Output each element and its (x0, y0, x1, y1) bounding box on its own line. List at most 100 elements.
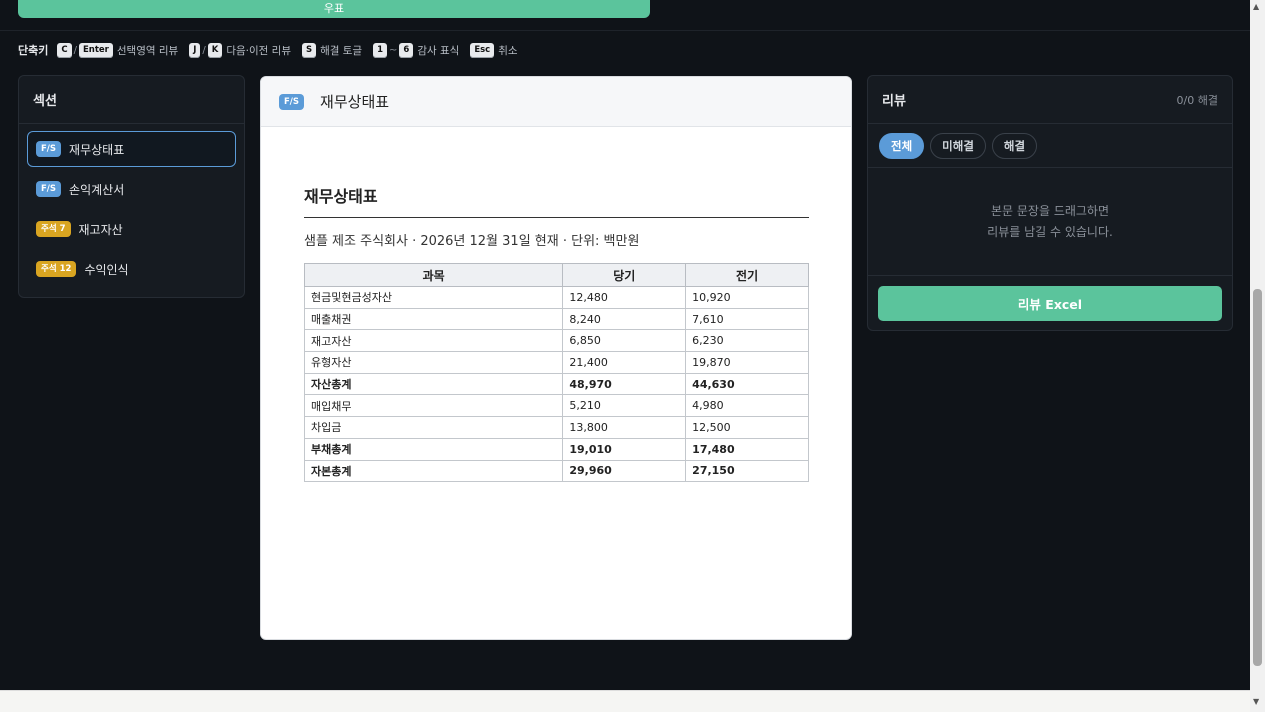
section-badge: 주석 12 (36, 261, 77, 277)
page-scrollbar[interactable]: ▲ ▼ (1250, 0, 1265, 712)
shortcut-bar: 단축키 C / Enter 선택영역 리뷰 J / K 다음·이전 리뷰 S 해결 토글… (18, 40, 528, 60)
cell-prior: 44,630 (685, 372, 809, 396)
cell-current: 12,480 (562, 286, 687, 309)
cell-prior: 7,610 (685, 307, 809, 331)
document-subtitle[interactable]: 샘플 제조 주식회사 · 2026년 12월 31일 현재 · 단위: 백만원 (304, 230, 808, 249)
empty-message-line1: 본문 문장을 드래그하면 (990, 203, 1110, 218)
cell-prior: 17,480 (685, 437, 809, 461)
section-badge: F/S (36, 181, 62, 197)
cell-prior: 12,500 (685, 416, 809, 439)
cell-item: 매출채권 (303, 307, 564, 331)
cell-item: 재고자산 (303, 329, 564, 353)
key-j: J (189, 42, 201, 58)
section-badge: F/S (36, 141, 62, 157)
section-item-inventory[interactable]: 주석 7 재고자산 (27, 211, 236, 247)
section-label: 재무상태표 (69, 142, 125, 157)
shortcut-desc-cancel: 취소 (498, 44, 518, 57)
table-row[interactable]: 매입채무 5,210 4,980 (303, 394, 809, 418)
table-row[interactable]: 매출채권 8,240 7,610 (303, 307, 809, 331)
table-row-total[interactable]: 부채총계 19,010 17,480 (303, 437, 809, 461)
section-label: 수익인식 (84, 262, 129, 277)
document-title: 재무상태표 (320, 93, 390, 111)
document-panel: F/S 재무상태표 재무상태표 샘플 제조 주식회사 · 2026년 12월 3… (260, 76, 852, 640)
table-header-row: 과목 당기 전기 (303, 263, 809, 287)
scroll-up-arrow-icon[interactable]: ▲ (1253, 2, 1259, 11)
col-header-prior: 전기 (685, 263, 809, 287)
cell-item: 유형자산 (303, 351, 564, 374)
shortcut-title: 단축키 (18, 44, 49, 57)
table-row[interactable]: 현금및현금성자산 12,480 10,920 (303, 286, 809, 309)
shortcut-desc-resolve: 해결 토글 (320, 44, 363, 57)
document-badge: F/S (279, 93, 305, 110)
filter-all[interactable]: 전체 (879, 132, 925, 159)
sections-title: 섹션 (33, 94, 57, 109)
cell-item: 차입금 (303, 416, 564, 439)
key-k: K (207, 42, 223, 58)
col-header-item: 과목 (303, 263, 564, 287)
section-badge: 주석 7 (36, 221, 71, 237)
sections-header: 섹션 (19, 76, 244, 124)
review-header: 리뷰 0/0 해결 (868, 76, 1232, 124)
filter-resolved[interactable]: 해결 (991, 132, 1038, 159)
review-panel: 리뷰 0/0 해결 전체 미해결 해결 본문 문장을 드래그하면 리뷰를 남길 … (867, 75, 1233, 331)
scrollbar-thumb[interactable] (1253, 289, 1262, 666)
review-filters: 전체 미해결 해결 (868, 124, 1232, 168)
cell-item: 자본총계 (303, 459, 564, 483)
cell-current: 6,850 (562, 329, 687, 353)
cell-prior: 27,150 (685, 459, 809, 483)
key-separator: / (73, 44, 77, 56)
top-action-button[interactable]: 우표 (18, 0, 650, 18)
document-header: F/S 재무상태표 (261, 77, 851, 127)
cell-item: 현금및현금성자산 (303, 286, 564, 309)
table-row-total[interactable]: 자산총계 48,970 44,630 (303, 372, 809, 396)
cell-prior: 6,230 (685, 329, 809, 353)
scroll-down-arrow-icon[interactable]: ▼ (1253, 697, 1259, 706)
cell-current: 8,240 (562, 307, 687, 331)
table-row-total[interactable]: 자본총계 29,960 27,150 (303, 459, 809, 483)
key-enter: Enter (79, 42, 113, 58)
review-excel-button[interactable]: 리뷰 Excel (878, 286, 1222, 321)
empty-message-line2: 리뷰를 남길 수 있습니다. (987, 224, 1113, 239)
bottom-strip (0, 690, 1250, 712)
key-separator: / (202, 44, 206, 56)
section-list: F/S 재무상태표 F/S 손익계산서 주석 7 재고자산 주석 12 수익인식 (19, 124, 244, 298)
balance-sheet-table[interactable]: 과목 당기 전기 현금및현금성자산 12,480 10,920 매출채권 8,240 7… (303, 263, 809, 483)
review-empty-state: 본문 문장을 드래그하면 리뷰를 남길 수 있습니다. (868, 168, 1232, 276)
cell-item: 매입채무 (303, 394, 564, 418)
key-s: S (301, 42, 317, 58)
section-item-income-statement[interactable]: F/S 손익계산서 (27, 171, 236, 207)
key-range: ~ (389, 44, 398, 56)
cell-prior: 4,980 (685, 394, 809, 418)
filter-unresolved[interactable]: 미해결 (930, 132, 986, 159)
key-1: 1 (373, 42, 388, 58)
section-item-revenue[interactable]: 주석 12 수익인식 (27, 251, 236, 287)
cell-current: 21,400 (562, 351, 687, 374)
cell-current: 19,010 (562, 437, 687, 461)
cell-current: 13,800 (562, 416, 687, 439)
sections-panel: 섹션 F/S 재무상태표 F/S 손익계산서 주석 7 재고자산 주석 12 수… (18, 75, 245, 298)
cell-item: 자산총계 (303, 372, 564, 396)
review-title: 리뷰 (882, 94, 906, 109)
cell-prior: 19,870 (685, 351, 809, 374)
shortcut-desc-review: 선택영역 리뷰 (116, 44, 179, 57)
section-label: 손익계산서 (69, 182, 125, 197)
table-row[interactable]: 차입금 13,800 12,500 (303, 416, 809, 439)
section-item-balance-sheet[interactable]: F/S 재무상태표 (27, 131, 236, 167)
col-header-current: 당기 (562, 263, 687, 287)
key-esc: Esc (470, 42, 495, 58)
document-body[interactable]: 재무상태표 샘플 제조 주식회사 · 2026년 12월 31일 현재 · 단위… (261, 183, 851, 483)
document-heading[interactable]: 재무상태표 (304, 183, 809, 218)
cell-item: 부채총계 (303, 437, 564, 461)
table-row[interactable]: 유형자산 21,400 19,870 (303, 351, 809, 374)
shortcut-desc-nav: 다음·이전 리뷰 (226, 44, 291, 57)
table-row[interactable]: 재고자산 6,850 6,230 (303, 329, 809, 353)
cell-current: 48,970 (562, 372, 687, 396)
top-bar: 우표 (0, 0, 1250, 31)
key-c: C (57, 42, 72, 58)
section-label: 재고자산 (78, 222, 123, 237)
cell-current: 5,210 (562, 394, 687, 418)
cell-current: 29,960 (562, 459, 687, 483)
review-count: 0/0 해결 (1176, 93, 1218, 107)
shortcut-desc-mark: 감사 표식 (417, 44, 460, 57)
cell-prior: 10,920 (685, 286, 809, 309)
